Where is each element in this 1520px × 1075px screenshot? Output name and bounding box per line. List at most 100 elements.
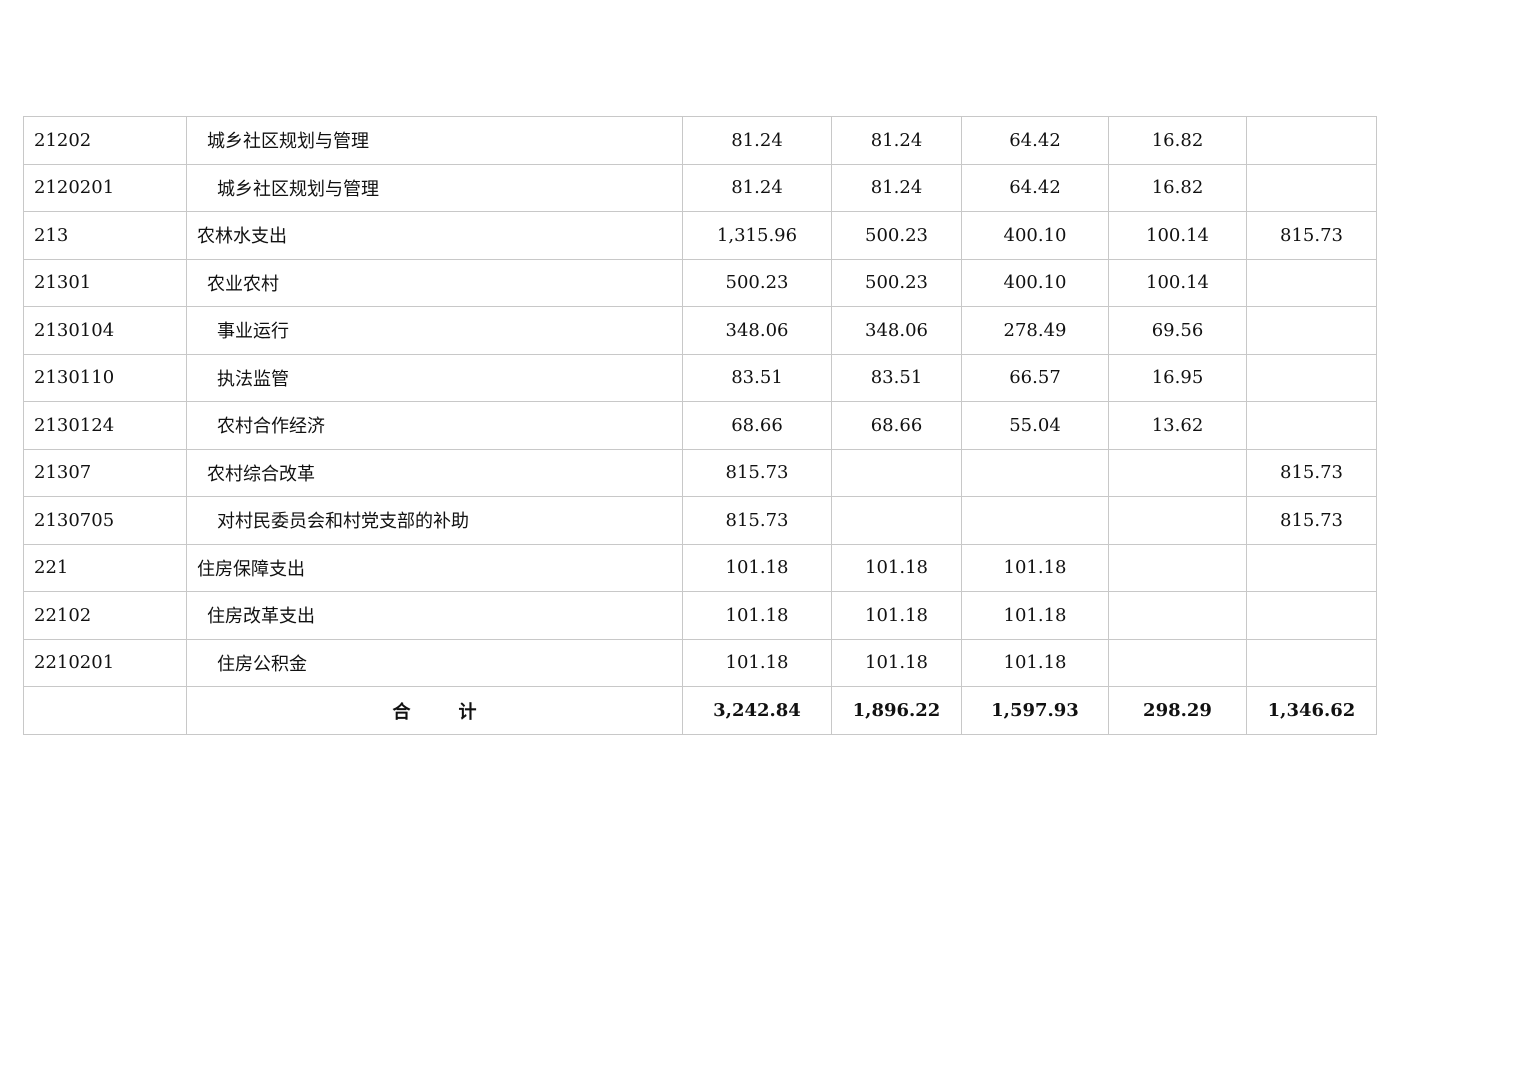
amount-cell: 16.82 <box>1108 163 1247 212</box>
amount-cell: 101.18 <box>831 591 962 640</box>
subject-code-cell: 213 <box>23 211 187 260</box>
subject-name-cell: 农业农村 <box>186 258 683 307</box>
total-amount-cell: 298.29 <box>1108 686 1247 735</box>
total-amount-cell: 1,346.62 <box>1246 686 1377 735</box>
amount-cell: 16.95 <box>1108 353 1247 402</box>
expenditure-table: 21202 城乡社区规划与管理 81.24 81.24 64.42 16.82 212020… <box>23 116 1377 735</box>
amount-cell: 101.18 <box>682 591 832 640</box>
table-row: 213 农林水支出 1,315.96 500.23 400.10 100.14 815.73 <box>23 211 1377 260</box>
amount-cell: 100.14 <box>1108 258 1247 307</box>
amount-cell <box>831 496 962 545</box>
subject-name-cell: 事业运行 <box>186 306 683 355</box>
amount-cell: 101.18 <box>961 638 1109 687</box>
subject-name-cell: 对村民委员会和村党支部的补助 <box>186 496 683 545</box>
amount-cell <box>1246 116 1377 165</box>
table-row: 21307 农村综合改革 815.73 815.73 <box>23 448 1377 497</box>
subject-name-cell: 城乡社区规划与管理 <box>186 116 683 165</box>
amount-cell: 100.14 <box>1108 211 1247 260</box>
total-amount-cell: 1,597.93 <box>961 686 1109 735</box>
amount-cell: 81.24 <box>682 116 832 165</box>
amount-cell <box>1246 163 1377 212</box>
amount-cell: 101.18 <box>831 543 962 592</box>
table-row: 2130124 农村合作经济 68.66 68.66 55.04 13.62 <box>23 401 1377 450</box>
amount-cell: 815.73 <box>1246 448 1377 497</box>
amount-cell: 101.18 <box>961 543 1109 592</box>
amount-cell: 1,315.96 <box>682 211 832 260</box>
total-amount-cell: 1,896.22 <box>831 686 962 735</box>
table-body: 21202 城乡社区规划与管理 81.24 81.24 64.42 16.82 212020… <box>23 116 1377 735</box>
amount-cell: 101.18 <box>961 591 1109 640</box>
amount-cell: 16.82 <box>1108 116 1247 165</box>
table-row: 2130104 事业运行 348.06 348.06 278.49 69.56 <box>23 306 1377 355</box>
subject-name-cell: 执法监管 <box>186 353 683 402</box>
subject-code-cell: 21301 <box>23 258 187 307</box>
amount-cell: 69.56 <box>1108 306 1247 355</box>
subject-code-cell: 2130110 <box>23 353 187 402</box>
amount-cell: 81.24 <box>682 163 832 212</box>
total-label-part-1: 合 <box>392 701 411 723</box>
table-row: 21301 农业农村 500.23 500.23 400.10 100.14 <box>23 258 1377 307</box>
amount-cell <box>961 496 1109 545</box>
amount-cell: 13.62 <box>1108 401 1247 450</box>
amount-cell: 815.73 <box>682 496 832 545</box>
amount-cell: 500.23 <box>682 258 832 307</box>
subject-code-cell: 2130705 <box>23 496 187 545</box>
subject-name-cell: 农林水支出 <box>186 211 683 260</box>
table-row: 2130110 执法监管 83.51 83.51 66.57 16.95 <box>23 353 1377 402</box>
amount-cell: 55.04 <box>961 401 1109 450</box>
amount-cell: 81.24 <box>831 116 962 165</box>
amount-cell: 64.42 <box>961 116 1109 165</box>
amount-cell: 81.24 <box>831 163 962 212</box>
subject-code-cell: 21202 <box>23 116 187 165</box>
amount-cell: 815.73 <box>1246 211 1377 260</box>
amount-cell: 101.18 <box>831 638 962 687</box>
total-label-cell: 合计 <box>186 686 683 735</box>
amount-cell: 500.23 <box>831 258 962 307</box>
amount-cell: 815.73 <box>1246 496 1377 545</box>
amount-cell: 278.49 <box>961 306 1109 355</box>
amount-cell: 101.18 <box>682 638 832 687</box>
amount-cell: 101.18 <box>682 543 832 592</box>
total-code-cell <box>23 686 187 735</box>
subject-code-cell: 221 <box>23 543 187 592</box>
subject-name-cell: 城乡社区规划与管理 <box>186 163 683 212</box>
amount-cell <box>1246 401 1377 450</box>
amount-cell <box>1246 258 1377 307</box>
amount-cell <box>1108 638 1247 687</box>
total-label-part-2: 计 <box>458 701 477 723</box>
subject-code-cell: 2120201 <box>23 163 187 212</box>
amount-cell: 348.06 <box>682 306 832 355</box>
subject-code-cell: 22102 <box>23 591 187 640</box>
table-row: 221 住房保障支出 101.18 101.18 101.18 <box>23 543 1377 592</box>
amount-cell <box>1246 591 1377 640</box>
amount-cell <box>1246 543 1377 592</box>
amount-cell: 83.51 <box>682 353 832 402</box>
table-row: 21202 城乡社区规划与管理 81.24 81.24 64.42 16.82 <box>23 116 1377 165</box>
amount-cell: 500.23 <box>831 211 962 260</box>
amount-cell: 64.42 <box>961 163 1109 212</box>
total-amount-cell: 3,242.84 <box>682 686 832 735</box>
amount-cell <box>1246 638 1377 687</box>
amount-cell: 68.66 <box>831 401 962 450</box>
amount-cell <box>1108 496 1247 545</box>
amount-cell: 815.73 <box>682 448 832 497</box>
amount-cell: 400.10 <box>961 258 1109 307</box>
amount-cell <box>1246 306 1377 355</box>
amount-cell <box>831 448 962 497</box>
subject-name-cell: 住房保障支出 <box>186 543 683 592</box>
table-row: 2120201 城乡社区规划与管理 81.24 81.24 64.42 16.82 <box>23 163 1377 212</box>
amount-cell: 68.66 <box>682 401 832 450</box>
subject-code-cell: 2210201 <box>23 638 187 687</box>
amount-cell: 400.10 <box>961 211 1109 260</box>
total-row: 合计 3,242.84 1,896.22 1,597.93 298.29 1,346.62 <box>23 686 1377 735</box>
subject-name-cell: 住房改革支出 <box>186 591 683 640</box>
amount-cell: 66.57 <box>961 353 1109 402</box>
table-row: 2130705 对村民委员会和村党支部的补助 815.73 815.73 <box>23 496 1377 545</box>
amount-cell <box>1108 448 1247 497</box>
amount-cell <box>961 448 1109 497</box>
subject-name-cell: 农村合作经济 <box>186 401 683 450</box>
amount-cell <box>1108 543 1247 592</box>
table-row: 2210201 住房公积金 101.18 101.18 101.18 <box>23 638 1377 687</box>
amount-cell <box>1108 591 1247 640</box>
subject-code-cell: 21307 <box>23 448 187 497</box>
